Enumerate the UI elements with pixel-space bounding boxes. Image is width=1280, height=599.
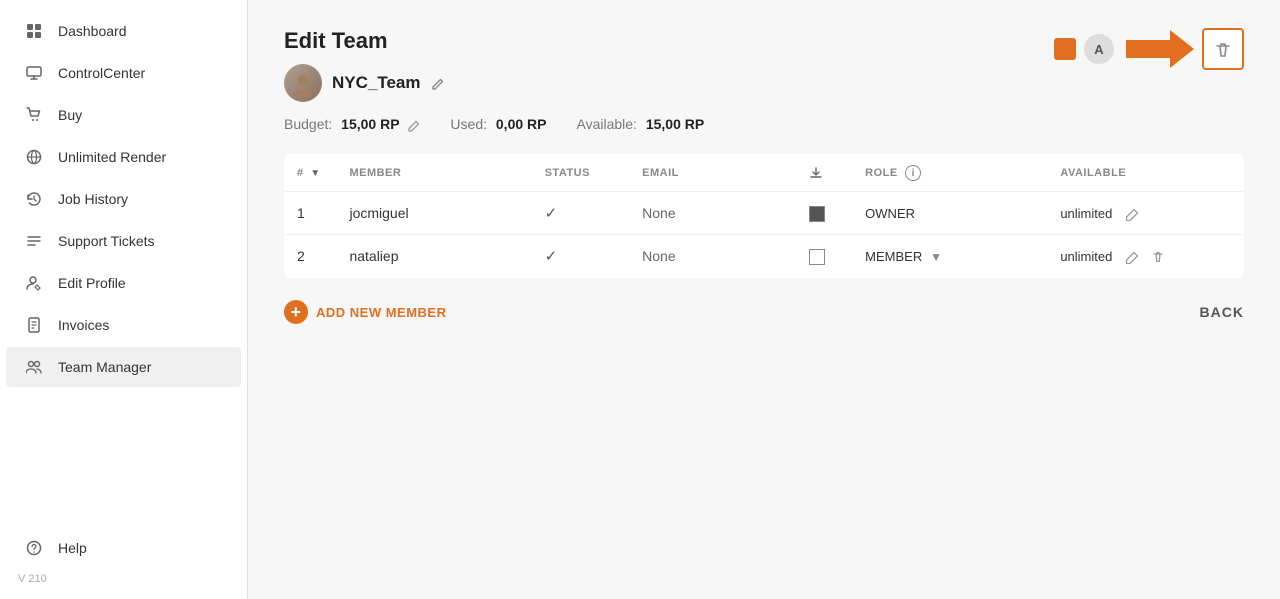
row2-delete-icon[interactable] <box>1151 248 1165 264</box>
row2-checkbox-square[interactable] <box>809 249 825 265</box>
orange-arrow-icon <box>1126 30 1194 68</box>
row2-number: 2 <box>285 235 338 278</box>
team-avatar <box>284 64 322 102</box>
sidebar-item-buy[interactable]: Buy <box>6 95 241 135</box>
sidebar-label-controlcenter: ControlCenter <box>58 65 145 81</box>
row2-member: nataliep <box>337 235 532 278</box>
add-icon: + <box>284 300 308 324</box>
row2-available: unlimited <box>1048 235 1243 278</box>
grid-icon <box>24 21 44 41</box>
row1-number: 1 <box>285 192 338 235</box>
budget-value: 15,00 RP <box>341 116 399 132</box>
arrow-wrapper <box>1126 30 1194 68</box>
sidebar-item-support-tickets[interactable]: Support Tickets <box>6 221 241 261</box>
sidebar: Dashboard ControlCenter Buy <box>0 0 248 599</box>
row2-checkbox[interactable] <box>797 235 853 278</box>
col-header-download <box>797 155 853 192</box>
check-icon: ✓ <box>545 248 558 265</box>
footer-row: + ADD NEW MEMBER BACK <box>284 300 1244 324</box>
document-icon <box>24 315 44 335</box>
team-name-edit-icon[interactable] <box>431 75 445 91</box>
delete-team-button[interactable] <box>1202 28 1244 70</box>
sidebar-label-edit-profile: Edit Profile <box>58 275 126 291</box>
sidebar-label-dashboard: Dashboard <box>58 23 127 39</box>
role-dropdown-arrow[interactable]: ▼ <box>930 250 942 264</box>
row1-available: unlimited <box>1048 192 1243 235</box>
top-right-controls: A <box>1054 28 1244 70</box>
col-header-available: AVAILABLE <box>1048 155 1243 192</box>
used-label: Used: <box>450 116 487 132</box>
row2-status: ✓ <box>533 235 631 278</box>
col-header-email: EMAIL <box>630 155 797 192</box>
sidebar-label-buy: Buy <box>58 107 82 123</box>
row1-checkbox[interactable] <box>797 192 853 235</box>
row2-role: MEMBER ▼ <box>853 235 1048 278</box>
main-content: A Edit Team NYC_Team <box>248 0 1280 599</box>
sidebar-item-unlimited-render[interactable]: Unlimited Render <box>6 137 241 177</box>
row1-email: None <box>630 192 797 235</box>
role-info-icon: i <box>905 165 921 181</box>
sidebar-label-unlimited-render: Unlimited Render <box>58 149 166 165</box>
available-label: Available: <box>576 116 636 132</box>
color-swatch <box>1054 38 1076 60</box>
cart-icon <box>24 105 44 125</box>
sidebar-item-invoices[interactable]: Invoices <box>6 305 241 345</box>
sidebar-label-invoices: Invoices <box>58 317 109 333</box>
sidebar-item-dashboard[interactable]: Dashboard <box>6 11 241 51</box>
sidebar-item-edit-profile[interactable]: Edit Profile <box>6 263 241 303</box>
add-new-member-button[interactable]: + ADD NEW MEMBER <box>284 300 447 324</box>
monitor-icon <box>24 63 44 83</box>
history-icon <box>24 189 44 209</box>
used-value: 0,00 RP <box>496 116 547 132</box>
team-icon <box>24 357 44 377</box>
sidebar-item-job-history[interactable]: Job History <box>6 179 241 219</box>
trash-icon <box>1213 38 1233 59</box>
row1-role: OWNER <box>853 192 1048 235</box>
sidebar-item-team-manager[interactable]: Team Manager <box>6 347 241 387</box>
col-header-member: MEMBER <box>337 155 532 192</box>
sidebar-item-controlcenter[interactable]: ControlCenter <box>6 53 241 93</box>
back-button[interactable]: BACK <box>1200 304 1244 320</box>
team-name-label: NYC_Team <box>332 73 421 93</box>
sort-icon: ▼ <box>310 168 320 179</box>
available-value: 15,00 RP <box>646 116 704 132</box>
row1-member: jocmiguel <box>337 192 532 235</box>
sidebar-label-job-history: Job History <box>58 191 128 207</box>
check-icon: ✓ <box>545 205 558 222</box>
user-avatar-badge[interactable]: A <box>1084 34 1114 64</box>
table-row: 2 nataliep ✓ None MEMBER ▼ unlimited <box>285 235 1244 278</box>
sidebar-label-team-manager: Team Manager <box>58 359 151 375</box>
row1-checkbox-square[interactable] <box>809 206 825 222</box>
sidebar-item-help[interactable]: Help <box>6 528 241 568</box>
user-edit-icon <box>24 273 44 293</box>
col-header-status: STATUS <box>533 155 631 192</box>
budget-row: Budget: 15,00 RP Used: 0,00 RP Available… <box>284 116 1244 132</box>
help-icon <box>24 538 44 558</box>
row2-email: None <box>630 235 797 278</box>
table-row: 1 jocmiguel ✓ None OWNER unlimited <box>285 192 1244 235</box>
row1-status: ✓ <box>533 192 631 235</box>
list-icon <box>24 231 44 251</box>
globe-icon <box>24 147 44 167</box>
sidebar-label-support-tickets: Support Tickets <box>58 233 155 249</box>
add-member-label: ADD NEW MEMBER <box>316 305 447 320</box>
row2-edit-icon[interactable] <box>1126 248 1143 264</box>
members-table: # ▼ MEMBER STATUS EMAIL ROLE i AVAILABLE <box>284 154 1244 278</box>
col-header-role: ROLE i <box>853 155 1048 192</box>
row1-edit-icon[interactable] <box>1126 205 1139 221</box>
sidebar-label-help: Help <box>58 540 87 556</box>
version-label: V 210 <box>0 569 247 589</box>
col-header-number[interactable]: # ▼ <box>285 155 338 192</box>
budget-label: Budget: <box>284 116 332 132</box>
budget-edit-icon[interactable] <box>408 117 420 132</box>
